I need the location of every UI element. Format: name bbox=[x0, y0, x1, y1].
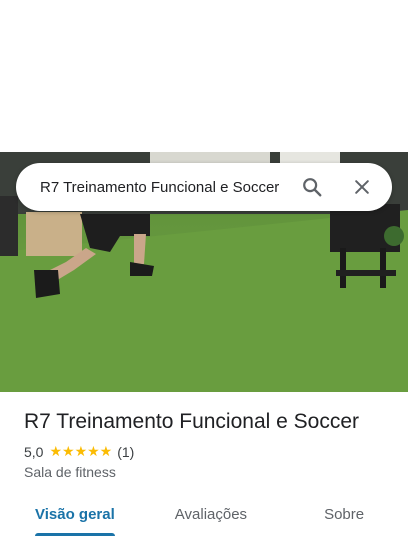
tab-about-label: Sobre bbox=[324, 505, 365, 523]
tab-bar: Visão geral Avaliações Sobre bbox=[0, 492, 408, 544]
place-title: R7 Treinamento Funcional e Soccer bbox=[24, 410, 360, 433]
tab-overview[interactable]: Visão geral bbox=[35, 492, 115, 536]
place-info: R7 Treinamento Funcional e Soccer 5,0 ★★… bbox=[24, 408, 392, 480]
close-icon[interactable] bbox=[346, 171, 378, 203]
tab-about[interactable]: Sobre bbox=[324, 492, 364, 536]
review-count[interactable]: (1) bbox=[117, 444, 134, 460]
search-icon[interactable] bbox=[296, 171, 328, 203]
search-input[interactable]: R7 Treinamento Funcional e Soccer bbox=[40, 179, 296, 196]
active-tab-indicator bbox=[35, 533, 115, 536]
tab-reviews[interactable]: Avaliações bbox=[175, 492, 247, 536]
star-rating-icon: ★★★★★ bbox=[49, 443, 113, 459]
place-category: Sala de fitness bbox=[24, 464, 116, 480]
search-bar[interactable]: R7 Treinamento Funcional e Soccer bbox=[16, 163, 392, 211]
rating-value: 5,0 bbox=[24, 443, 44, 460]
tab-reviews-label: Avaliações bbox=[174, 505, 248, 523]
tab-overview-label: Visão geral bbox=[35, 505, 115, 523]
rating-row[interactable]: 5,0 ★★★★★ (1) bbox=[24, 443, 392, 460]
